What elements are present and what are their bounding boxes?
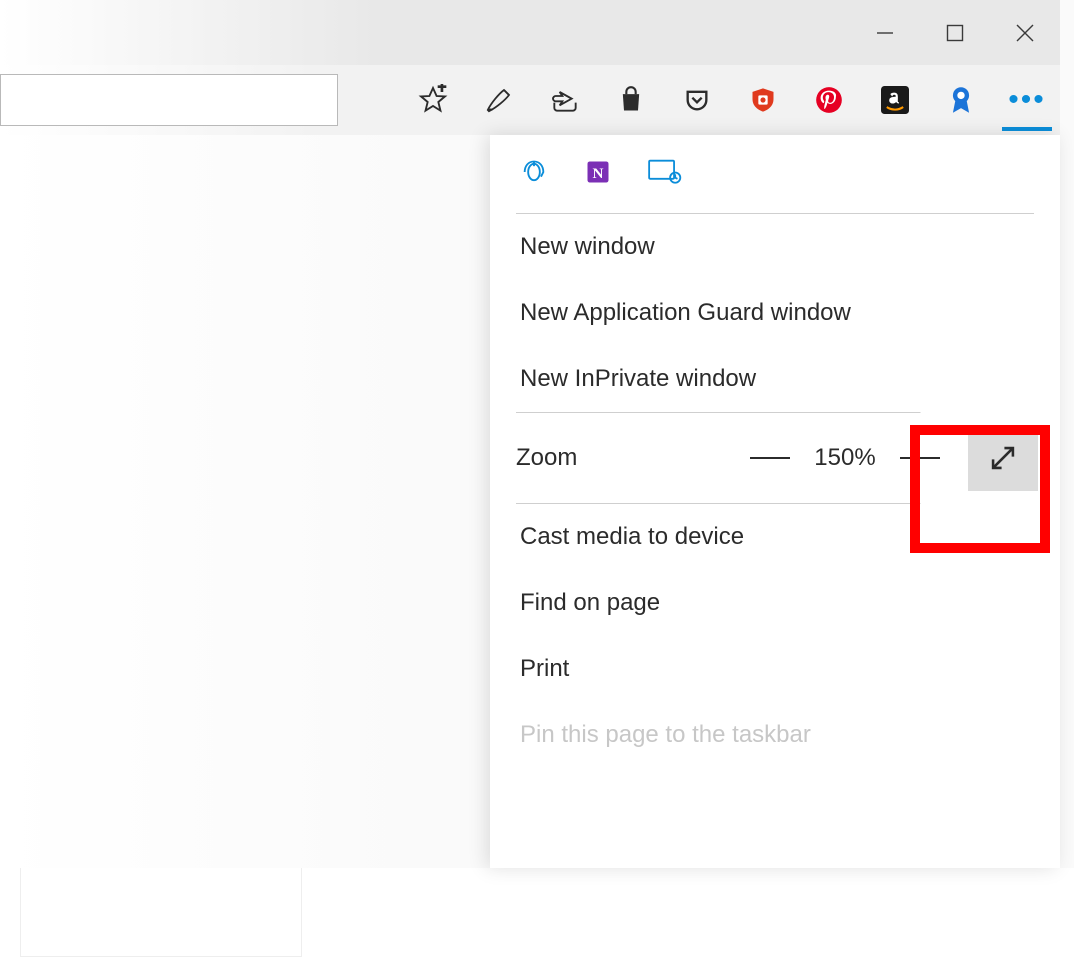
svg-text:N: N [593,164,604,181]
tile-tweetdeck[interactable]: TweetDeck [85,285,285,445]
menu-print[interactable]: Print [516,636,1034,702]
notes-icon[interactable] [466,65,532,135]
content-card[interactable]: ••• [20,655,302,957]
more-button[interactable]: ••• [994,65,1060,135]
menu-new-guard-window[interactable]: New Application Guard window [516,280,1034,346]
menu-new-window[interactable]: New window [516,214,1034,280]
close-button[interactable] [990,0,1060,65]
cast-settings-icon[interactable] [648,159,682,190]
menu-pin[interactable]: Pin this page to the taskbar [516,702,1034,768]
zoom-out-button[interactable] [740,428,800,488]
weather-text: Light Rain [60,765,159,791]
minimize-button[interactable] [850,0,920,65]
pinterest-icon[interactable] [796,65,862,135]
search-icon[interactable] [40,533,66,564]
menu-new-inprivate[interactable]: New InPrivate window [516,346,1034,412]
maximize-button[interactable] [920,0,990,65]
card-more-icon[interactable]: ••• [236,680,277,712]
store-icon[interactable] [598,65,664,135]
address-bar[interactable] [0,74,338,126]
highlight-box [910,425,1050,553]
read-aloud-icon[interactable] [520,158,548,191]
twitter-icon [156,316,214,374]
pocket-icon[interactable] [664,65,730,135]
share-icon[interactable] [532,65,598,135]
tile-label: TweetDeck [136,392,235,415]
msn-row: powered by MSN [40,533,239,564]
titlebar [0,0,1060,65]
amazon-icon[interactable] [862,65,928,135]
msn-brand: MSN [195,537,239,559]
onenote-icon[interactable]: N [584,158,612,191]
powered-by-label: powered by [86,537,195,559]
favorites-icon[interactable] [400,65,466,135]
zoom-value: 150% [800,444,890,472]
toolbar: ••• [0,65,1060,135]
gear-icon[interactable] [250,190,284,229]
rewards-icon[interactable] [928,65,994,135]
menu-find[interactable]: Find on page [516,570,1034,636]
news-gradient-bar [20,585,320,635]
zoom-label: Zoom [516,444,577,472]
ublock-icon[interactable] [730,65,796,135]
